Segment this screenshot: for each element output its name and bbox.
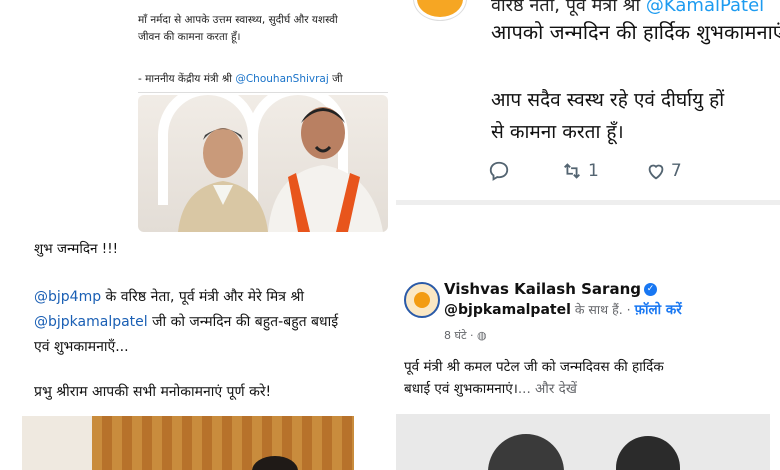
tweet-line-3: आप सदैव स्वस्थ रहे एवं दीर्घायु हों: [491, 89, 725, 111]
retweet-button[interactable]: 1: [560, 160, 599, 182]
photo-wall: [22, 416, 92, 470]
tweet-line-4: से कामना करता हूँ।: [491, 121, 624, 143]
signature-mention-link[interactable]: @ChouhanShivraj: [235, 73, 328, 85]
tweet-actions: 1 7: [488, 160, 728, 182]
tweet-mention-link[interactable]: @KamalPatel: [646, 0, 764, 16]
tweet-line-1-text: वरिष्ठ नेता, पूर्व मंत्री श्री: [491, 0, 646, 16]
people-illustration: [178, 107, 383, 232]
avatar[interactable]: [404, 282, 440, 318]
photo-person: [616, 436, 680, 470]
post-paragraph-1: @bjp4mp के वरिष्ठ नेता, पूर्व मंत्री और …: [34, 285, 392, 360]
post-body: पूर्व मंत्री श्री कमल पटेल जी को जन्मदिव…: [404, 356, 664, 400]
verified-badge-icon: ✓: [644, 283, 657, 296]
post-line: @bjp4mp के वरिष्ठ नेता, पूर्व मंत्री और …: [34, 285, 392, 310]
signature-suffix: जी: [328, 73, 343, 85]
reply-icon: [489, 161, 509, 181]
facebook-post: Vishvas Kailash Sarang ✓ @bjpkamalpatel क…: [396, 272, 780, 470]
post-line: @bjpkamalpatel जी को जन्मदिन की बहुत-बहु…: [34, 310, 392, 335]
author-name[interactable]: Vishvas Kailash Sarang ✓: [444, 280, 657, 298]
author-name-text: Vishvas Kailash Sarang: [444, 280, 641, 298]
tweet-card: वरिष्ठ नेता, पूर्व मंत्री श्री @KamalPat…: [396, 0, 780, 205]
see-more-link[interactable]: ... और देखें: [518, 381, 577, 397]
like-icon: [648, 164, 664, 180]
party-logo-icon: [414, 0, 466, 20]
tweet-line-1: वरिष्ठ नेता, पूर्व मंत्री श्री @KamalPat…: [491, 0, 764, 17]
tweet-line-2: आपको जन्मदिन की हार्दिक शुभकामनाएं।: [491, 20, 780, 44]
quote-text: माँ नर्मदा से आपके उत्तम स्वास्थ्य, सुदी…: [138, 12, 388, 46]
quote-signature: - माननीय केंद्रीय मंत्री श्री @ChouhanSh…: [138, 72, 343, 86]
post-time[interactable]: 8 घंटे: [444, 329, 467, 342]
divider: [396, 200, 780, 205]
post-meta: 8 घंटे · ◍: [444, 328, 487, 343]
signature-prefix: - माननीय केंद्रीय मंत्री श्री: [138, 73, 236, 85]
reply-button[interactable]: [488, 160, 514, 182]
like-count: 7: [670, 161, 682, 181]
quote-line: माँ नर्मदा से आपके उत्तम स्वास्थ्य, सुदी…: [138, 14, 338, 26]
separator: ·: [622, 302, 635, 317]
birthday-post: शुभ जन्मदिन !!! @bjp4mp के वरिष्ठ नेता, …: [0, 232, 392, 470]
retweet-count: 1: [588, 161, 599, 181]
tagged-line: @bjpkamalpatel के साथ हैं. · फ़ॉलो करें: [444, 300, 682, 318]
mention-link[interactable]: @bjpkamalpatel: [34, 314, 148, 330]
tagged-handle-link[interactable]: @bjpkamalpatel: [444, 302, 571, 318]
with-text: के साथ हैं.: [570, 302, 623, 317]
retweet-icon: [564, 163, 580, 179]
post-photo[interactable]: [22, 416, 354, 470]
post-photo[interactable]: [396, 414, 770, 470]
like-button[interactable]: 7: [645, 160, 682, 182]
post-body-line: पूर्व मंत्री श्री कमल पटेल जी को जन्मदिव…: [404, 359, 664, 375]
leaders-photo: [138, 95, 388, 232]
post-text: जी को जन्मदिन की बहुत-बहुत बधाई: [147, 314, 339, 330]
follow-button[interactable]: फ़ॉलो करें: [635, 302, 682, 318]
separator: ·: [466, 329, 478, 342]
quote-line: जीवन की कामना करता हूँ।: [138, 31, 241, 43]
post-paragraph-2: प्रभु श्रीराम आपकी सभी मनोकामनाएं पूर्ण …: [34, 384, 272, 400]
logo-icon: [414, 292, 430, 308]
post-line: एवं शुभकामनाएँ...: [34, 339, 129, 355]
post-body-text: बधाई एवं शुभकामनाएं।: [404, 381, 518, 397]
photo-person: [488, 434, 564, 470]
greeting-text: शुभ जन्मदिन !!!: [34, 241, 119, 257]
post-text: के वरिष्ठ नेता, पूर्व मंत्री और मेरे मित…: [101, 289, 304, 305]
post-body-line: बधाई एवं शुभकामनाएं।... और देखें: [404, 378, 664, 400]
photo-backdrop: [92, 416, 354, 470]
privacy-globe-icon: ◍: [477, 329, 487, 342]
mention-link[interactable]: @bjp4mp: [34, 289, 101, 305]
divider: [138, 92, 388, 93]
quote-card: माँ नर्मदा से आपके उत्तम स्वास्थ्य, सुदी…: [0, 0, 392, 232]
